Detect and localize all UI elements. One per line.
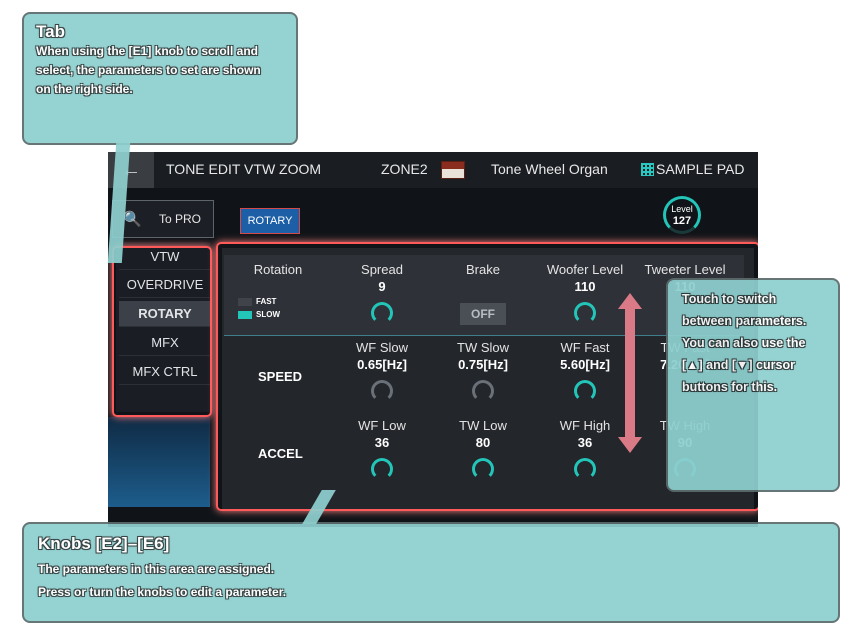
level-knob[interactable]: Level 127 [663, 196, 701, 234]
knobs-callout-line1: The parameters in this area are assigned… [38, 562, 275, 576]
scroll-up-down-arrow-icon[interactable] [618, 293, 642, 453]
tone-edit-screen: ← TONE EDIT VTW ZOOM ZONE2 Tone Wheel Or… [108, 152, 758, 527]
arrow-down-icon [618, 437, 642, 453]
arrow-up-icon [618, 293, 642, 309]
tab-callout-title: Tab [36, 22, 65, 41]
tab-highlight-frame [112, 246, 212, 417]
background-panel [108, 417, 210, 507]
to-pro-label: To PRO [159, 212, 202, 226]
level-value: 127 [672, 215, 692, 227]
arrow-shaft [625, 305, 635, 441]
touch-callout: Touch to switch between parameters. You … [666, 278, 840, 492]
current-tab-tag: ROTARY [240, 208, 300, 234]
screen-title: TONE EDIT VTW ZOOM [166, 161, 322, 177]
organ-icon [441, 161, 465, 179]
knobs-callout-line2: Press or turn the knobs to edit a parame… [38, 585, 287, 599]
tab-callout-body: When using the [E1] knob to scroll and s… [36, 44, 261, 96]
touch-callout-line1: Touch to switch between parameters. [682, 292, 807, 328]
sample-pad-button[interactable]: SAMPLE PAD [656, 161, 744, 177]
top-bar: ← TONE EDIT VTW ZOOM ZONE2 Tone Wheel Or… [108, 152, 758, 188]
tab-callout: Tab When using the [E1] knob to scroll a… [22, 12, 298, 145]
knobs-callout-title: Knobs [E2]–[E6] [38, 534, 170, 553]
zone-label: ZONE2 [381, 161, 428, 177]
knobs-callout: Knobs [E2]–[E6] The parameters in this a… [22, 522, 840, 623]
sample-pad-icon [641, 163, 654, 176]
to-pro-button[interactable]: 🔍 To PRO [112, 200, 214, 238]
level-label: Level [671, 204, 693, 214]
touch-callout-line2: You can also use the [▲] and [▼] cursor … [682, 336, 806, 394]
tone-name: Tone Wheel Organ [491, 161, 608, 177]
zoom-icon: 🔍 [123, 211, 142, 228]
